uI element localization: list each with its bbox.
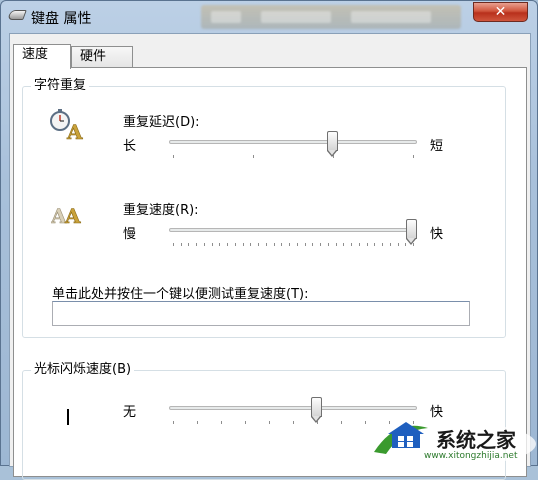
dialog-client-area: 速度 硬件 字符重复 A 重复延迟(D): 长 短 A A 重复速度(R): 慢… xyxy=(9,33,531,480)
title-bar[interactable]: 键盘 属性 ✕ xyxy=(1,1,538,33)
character-repeat-title: 字符重复 xyxy=(31,78,90,94)
slider-tick xyxy=(188,243,189,246)
repeat-rate-label: 重复速度(R): xyxy=(123,203,199,218)
repeat-rate-icon: A A xyxy=(50,197,89,233)
cursor-blink-title: 光标闪烁速度(B) xyxy=(31,362,135,378)
slider-tick xyxy=(351,243,352,246)
blink-cursor-icon xyxy=(67,409,69,425)
slider-tick xyxy=(293,421,294,424)
slider-tick xyxy=(328,243,329,246)
slider-tick xyxy=(269,421,270,424)
slider-tick xyxy=(227,243,228,246)
slider-thumb[interactable] xyxy=(311,397,322,423)
slider-tick xyxy=(196,243,197,246)
slider-thumb[interactable] xyxy=(406,219,417,245)
svg-text:A: A xyxy=(66,120,83,143)
repeat-delay-max-label: 短 xyxy=(430,139,444,154)
watermark: 系统之家 www.xitongzhijia.net xyxy=(366,414,538,466)
svg-text:A: A xyxy=(64,204,81,228)
slider-tick xyxy=(219,243,220,246)
slider-tick xyxy=(253,155,254,158)
slider-tick xyxy=(336,243,337,246)
watermark-text: 系统之家 xyxy=(436,428,516,452)
slider-tick xyxy=(341,421,342,424)
slider-tick xyxy=(297,243,298,246)
watermark-url: www.xitongzhijia.net xyxy=(424,451,518,461)
slider-tick xyxy=(390,243,391,246)
slider-tick xyxy=(221,421,222,424)
slider-thumb[interactable] xyxy=(327,131,338,157)
slider-tick xyxy=(212,243,213,246)
slider-track[interactable] xyxy=(169,406,417,410)
slider-tick xyxy=(173,421,174,424)
slider-tick xyxy=(374,243,375,246)
slider-tick xyxy=(289,243,290,246)
test-repeat-label: 单击此处并按住一个键以便测试重复速度(T): xyxy=(52,287,309,302)
tab-hardware[interactable]: 硬件 xyxy=(71,46,133,68)
slider-track[interactable] xyxy=(169,140,417,144)
slider-tick xyxy=(243,243,244,246)
slider-tick xyxy=(320,243,321,246)
slider-tick xyxy=(367,243,368,246)
slider-tick xyxy=(173,243,174,246)
slider-tick xyxy=(359,243,360,246)
repeat-rate-slider[interactable] xyxy=(169,219,417,253)
slider-tick xyxy=(235,243,236,246)
title-bar-background xyxy=(201,5,461,29)
close-button[interactable]: ✕ xyxy=(473,2,528,22)
slider-tick xyxy=(274,243,275,246)
slider-tick xyxy=(258,243,259,246)
test-repeat-input[interactable] xyxy=(52,301,470,326)
window-frame: 键盘 属性 ✕ 速度 硬件 字符重复 A 重复延迟(D): 长 短 A A 重复… xyxy=(0,0,538,480)
slider-tick xyxy=(181,243,182,246)
slider-tick xyxy=(173,155,174,158)
close-icon: ✕ xyxy=(494,4,507,20)
repeat-delay-label: 重复延迟(D): xyxy=(123,115,200,130)
keyboard-icon xyxy=(7,10,27,20)
repeat-rate-max-label: 快 xyxy=(430,227,444,242)
cursor-blink-min-label: 无 xyxy=(123,405,137,420)
character-repeat-group: 字符重复 A 重复延迟(D): 长 短 A A 重复速度(R): 慢 快 单击此… xyxy=(22,78,506,338)
slider-tick xyxy=(413,155,414,158)
slider-track[interactable] xyxy=(169,228,417,232)
repeat-delay-slider[interactable] xyxy=(169,131,417,165)
tab-speed[interactable]: 速度 xyxy=(13,44,71,69)
slider-tick xyxy=(245,421,246,424)
repeat-delay-icon: A xyxy=(49,107,87,144)
slider-tick xyxy=(204,243,205,246)
slider-tick xyxy=(281,243,282,246)
slider-tick xyxy=(250,243,251,246)
slider-tick xyxy=(382,243,383,246)
slider-tick xyxy=(197,421,198,424)
window-title: 键盘 属性 xyxy=(31,11,92,27)
slider-tick xyxy=(312,243,313,246)
slider-tick xyxy=(398,243,399,246)
slider-tick xyxy=(266,243,267,246)
repeat-rate-min-label: 慢 xyxy=(123,227,137,242)
repeat-delay-min-label: 长 xyxy=(123,139,137,154)
slider-tick xyxy=(343,243,344,246)
slider-tick xyxy=(305,243,306,246)
